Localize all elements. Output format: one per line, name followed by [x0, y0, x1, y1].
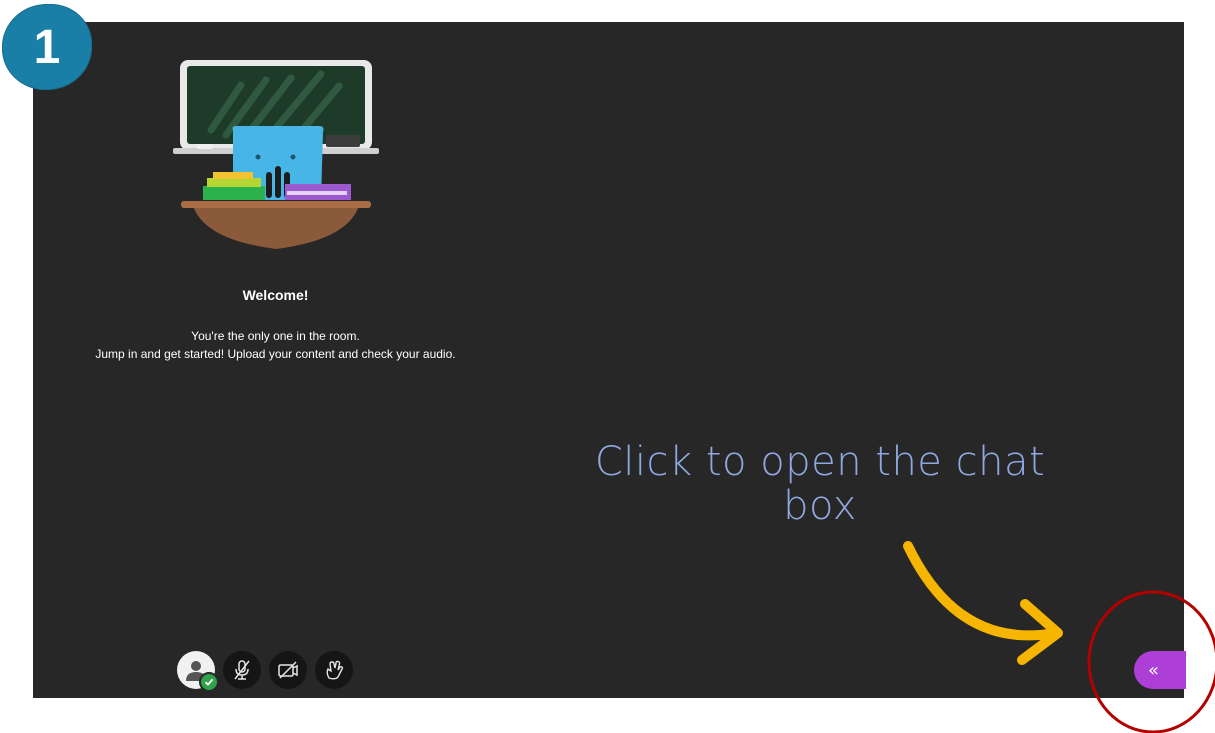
step-number-badge: 1: [2, 4, 92, 90]
raise-hand-icon: [326, 660, 344, 680]
classroom-illustration: [173, 60, 379, 249]
step-number: 1: [33, 20, 61, 74]
chat-hint-line-2: box: [783, 483, 857, 529]
session-toolbar: [177, 651, 353, 692]
camera-off-icon: [278, 661, 298, 679]
chevron-double-left-icon: «: [1148, 659, 1160, 681]
check-icon: [199, 672, 219, 692]
raise-hand-button[interactable]: [315, 651, 353, 689]
microphone-muted-icon: [234, 660, 250, 680]
welcome-message-line-2: Jump in and get started! Upload your con…: [95, 347, 456, 361]
chat-hint-line-1: Click to open the chat: [594, 439, 1046, 485]
camera-button[interactable]: [269, 651, 307, 689]
welcome-message-line-1: You're the only one in the room.: [191, 329, 360, 343]
open-chat-button[interactable]: «: [1134, 651, 1186, 689]
chat-hint-text: Click to open the chat box: [560, 440, 1080, 528]
welcome-title: Welcome!: [242, 287, 309, 303]
microphone-button[interactable]: [223, 651, 261, 689]
my-status-button[interactable]: [177, 651, 219, 692]
